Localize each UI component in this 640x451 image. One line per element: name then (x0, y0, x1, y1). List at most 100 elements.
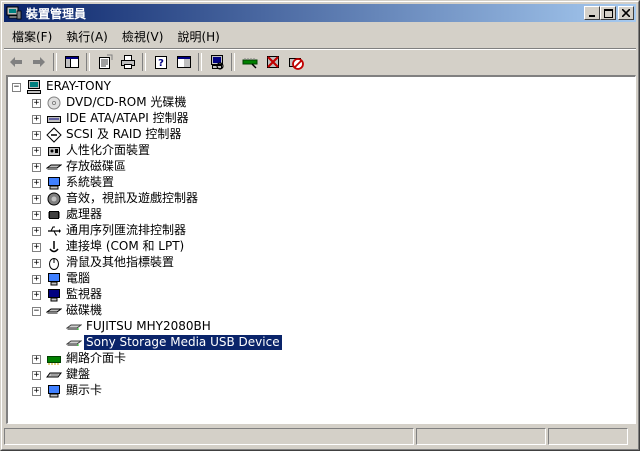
port-icon (46, 239, 62, 255)
expand-icon[interactable]: + (32, 99, 41, 108)
tree-item-label[interactable]: ERAY-TONY (44, 79, 113, 94)
tree-item[interactable]: + 連接埠 (COM 和 LPT) (8, 239, 635, 255)
update-driver-button[interactable] (238, 51, 261, 73)
close-button[interactable] (618, 6, 634, 20)
toolbar-separator (53, 53, 57, 71)
expand-icon[interactable]: + (32, 179, 41, 188)
toolbar-separator (231, 53, 235, 71)
tree-item-label[interactable]: 網路介面卡 (64, 351, 128, 366)
expand-icon[interactable]: + (32, 147, 41, 156)
tree-item[interactable]: + 網路介面卡 (8, 351, 635, 367)
forward-button[interactable] (27, 51, 50, 73)
expand-icon[interactable]: + (32, 227, 41, 236)
view-button[interactable] (172, 51, 195, 73)
computer-icon (26, 79, 42, 95)
toolbar: ? (4, 51, 636, 73)
tree-item[interactable]: + IDE ATA/ATAPI 控制器 (8, 111, 635, 127)
expand-icon[interactable]: + (32, 115, 41, 124)
tree-item[interactable]: + 顯示卡 (8, 383, 635, 399)
properties-icon (98, 54, 112, 69)
tree-item[interactable]: Sony Storage Media USB Device (8, 334, 635, 351)
tree-item[interactable]: + DVD/CD-ROM 光碟機 (8, 95, 635, 111)
collapse-icon[interactable]: − (12, 83, 21, 92)
tree-item-label[interactable]: Sony Storage Media USB Device (83, 334, 283, 351)
expand-icon[interactable]: + (32, 211, 41, 220)
print-button[interactable] (116, 51, 139, 73)
device-manager-icon (6, 5, 22, 21)
tree-item-label[interactable]: SCSI 及 RAID 控制器 (64, 127, 183, 142)
tree-item-label[interactable]: 顯示卡 (64, 383, 104, 398)
device-manager-window: 裝置管理員 檔案(F) 執行(A) 檢視(V) 說明(H) ? − ERAY-T… (0, 0, 640, 451)
hard-disk-icon (66, 319, 82, 335)
tree-item[interactable]: − 磁碟機 (8, 303, 635, 319)
menu-separator (4, 48, 636, 50)
tree-item[interactable]: + SCSI 及 RAID 控制器 (8, 127, 635, 143)
tree-item[interactable]: + 鍵盤 (8, 367, 635, 383)
toolbar-separator (198, 53, 202, 71)
monitor-icon (46, 287, 62, 303)
tree-item-label[interactable]: 通用序列匯流排控制器 (64, 223, 188, 238)
tree-item[interactable]: + 電腦 (8, 271, 635, 287)
tree-item-label[interactable]: DVD/CD-ROM 光碟機 (64, 95, 188, 110)
menu-file[interactable]: 檔案(F) (6, 26, 58, 46)
tree-item-label[interactable]: 鍵盤 (64, 367, 92, 382)
menu-action[interactable]: 執行(A) (60, 26, 114, 46)
maximize-icon (603, 8, 613, 18)
menu-view[interactable]: 檢視(V) (116, 26, 170, 46)
tree-item-label[interactable]: 系統裝置 (64, 175, 116, 190)
tree-item[interactable]: + 系統裝置 (8, 175, 635, 191)
tree-item[interactable]: FUJITSU MHY2080BH (8, 319, 635, 335)
tree-item-label[interactable]: 磁碟機 (64, 303, 104, 318)
tree-item-label[interactable]: 監視器 (64, 287, 104, 302)
show-hide-tree-button[interactable] (60, 51, 83, 73)
back-button[interactable] (4, 51, 27, 73)
display-adapter-icon (46, 383, 62, 399)
tree-item[interactable]: + 滑鼠及其他指標裝置 (8, 255, 635, 271)
expand-icon[interactable]: + (32, 243, 41, 252)
expand-icon[interactable]: + (32, 291, 41, 300)
help-button[interactable]: ? (149, 51, 172, 73)
tree-item[interactable]: + 通用序列匯流排控制器 (8, 223, 635, 239)
tree-item[interactable]: − ERAY-TONY (8, 79, 635, 95)
status-bar (4, 428, 636, 447)
tree-item-label[interactable]: 處理器 (64, 207, 104, 222)
expand-icon[interactable]: + (32, 275, 41, 284)
tree-item-label[interactable]: IDE ATA/ATAPI 控制器 (64, 111, 191, 126)
collapse-icon[interactable]: − (32, 307, 41, 316)
expand-icon[interactable]: + (32, 195, 41, 204)
tree-item[interactable]: + 音效，視訊及遊戲控制器 (8, 191, 635, 207)
usb-icon (46, 223, 62, 239)
device-tree[interactable]: − ERAY-TONY + DVD/CD-ROM 光碟機 + IDE ATA/ATAPI … (8, 79, 635, 399)
title-bar[interactable]: 裝置管理員 (4, 4, 636, 22)
tree-item[interactable]: + 監視器 (8, 287, 635, 303)
hid-icon (46, 143, 62, 159)
expand-icon[interactable]: + (32, 131, 41, 140)
scan-hardware-button[interactable] (205, 51, 228, 73)
expand-icon[interactable]: + (32, 163, 41, 172)
uninstall-button[interactable] (261, 51, 284, 73)
tree-item-label[interactable]: 連接埠 (COM 和 LPT) (64, 239, 186, 254)
tree-item-label[interactable]: FUJITSU MHY2080BH (84, 319, 213, 334)
minimize-button[interactable] (584, 6, 600, 20)
menu-help[interactable]: 說明(H) (171, 26, 225, 46)
tree-item-label[interactable]: 音效，視訊及遊戲控制器 (64, 191, 200, 206)
tree-item[interactable]: + 處理器 (8, 207, 635, 223)
tree-item-label[interactable]: 存放磁碟區 (64, 159, 128, 174)
processor-icon (46, 207, 62, 223)
tree-item[interactable]: + 人性化介面裝置 (8, 143, 635, 159)
tree-item-label[interactable]: 滑鼠及其他指標裝置 (64, 255, 176, 270)
tree-item-label[interactable]: 人性化介面裝置 (64, 143, 152, 158)
expand-icon[interactable]: + (32, 259, 41, 268)
maximize-button[interactable] (600, 6, 616, 20)
device-tree-pane[interactable]: − ERAY-TONY + DVD/CD-ROM 光碟機 + IDE ATA/ATAPI … (6, 75, 636, 424)
disable-button[interactable] (284, 51, 307, 73)
expand-icon[interactable]: + (32, 387, 41, 396)
expand-icon[interactable]: + (32, 371, 41, 380)
printer-icon (120, 55, 135, 69)
expand-icon[interactable]: + (32, 355, 41, 364)
tree-item[interactable]: + 存放磁碟區 (8, 159, 635, 175)
properties-button[interactable] (93, 51, 116, 73)
scsi-icon (46, 127, 62, 143)
scan-hardware-icon (210, 55, 224, 70)
tree-item-label[interactable]: 電腦 (64, 271, 92, 286)
